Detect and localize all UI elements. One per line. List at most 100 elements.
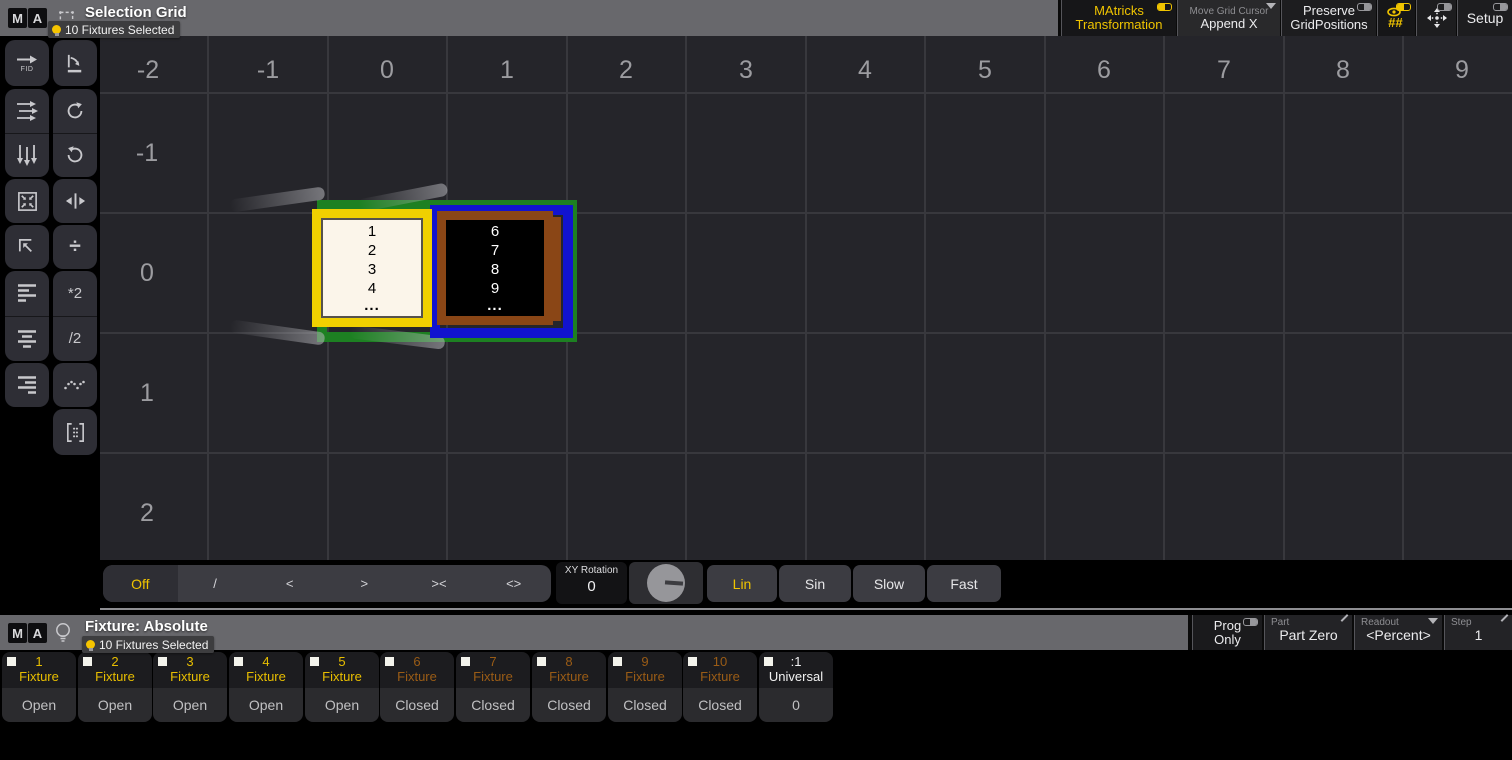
knob-circle — [647, 564, 685, 602]
align-center-button[interactable] — [5, 316, 49, 362]
preserve-gridpositions-button[interactable]: Preserve GridPositions — [1281, 0, 1376, 36]
rotate-counterclockwise-button[interactable] — [53, 133, 97, 178]
compress-selection-button[interactable] — [5, 179, 49, 223]
grid-line — [207, 36, 209, 560]
grid-column-label: 9 — [1432, 54, 1492, 86]
rotate-angle-icon — [64, 52, 87, 75]
move-grid-cursor-button[interactable]: Move Grid Cursor Append X — [1177, 0, 1280, 36]
channel-card-fixture-3[interactable]: 3 Fixture Open — [153, 652, 227, 722]
fixture-number: 1 — [368, 222, 376, 241]
checkbox-icon[interactable] — [385, 657, 394, 666]
show-fixture-id-button[interactable]: ## — [1377, 0, 1415, 36]
mirror-horizontal-icon — [64, 192, 87, 210]
toggle-off-icon — [1243, 618, 1258, 626]
part-selector[interactable]: Part Part Zero — [1264, 615, 1352, 650]
fixture-number: 8 — [491, 260, 499, 279]
channel-value: Open — [305, 688, 379, 722]
step-selector[interactable]: Step 1 — [1444, 615, 1512, 650]
step-value: 1 — [1445, 628, 1512, 642]
grid-line — [1044, 36, 1046, 560]
matricks-label-1: MAtricks — [1094, 4, 1144, 18]
channel-card-universal-1[interactable]: :1 Universal 0 — [759, 652, 833, 722]
checkbox-icon[interactable] — [461, 657, 470, 666]
xy-rotation-display[interactable]: XY Rotation 0 — [556, 562, 627, 604]
align-right-icon — [16, 375, 38, 395]
grid-row-label: 1 — [117, 378, 177, 408]
selection-grid-titlebar[interactable]: MA Selection Grid MAtricks Transformatio… — [0, 0, 1512, 36]
wings-outward-button[interactable]: <> — [476, 565, 551, 602]
mode-fast-button[interactable]: Fast — [927, 565, 1001, 602]
channel-card-fixture-4[interactable]: 4 Fixture Open — [229, 652, 303, 722]
checkbox-icon[interactable] — [234, 657, 243, 666]
grid-cell-fixtures-6-9[interactable]: 6 7 8 9 ... — [437, 211, 553, 325]
setup-button[interactable]: Setup — [1457, 0, 1512, 36]
selection-status-chip: 10 Fixtures Selected — [48, 21, 180, 38]
checkbox-icon[interactable] — [764, 657, 773, 666]
preserve-label-2: GridPositions — [1290, 18, 1367, 32]
align-left-button[interactable] — [5, 271, 49, 316]
arrange-horizontal-button[interactable] — [5, 89, 49, 133]
divide-two-label: /2 — [69, 330, 82, 347]
divide-by-two-button[interactable]: /2 — [53, 316, 97, 362]
pan-grid-button[interactable] — [1416, 0, 1456, 36]
matricks-transformation-button[interactable]: MAtricks Transformation — [1061, 0, 1176, 36]
wings-inward-button[interactable]: >< — [402, 565, 477, 602]
channel-card-fixture-9[interactable]: 9 Fixture Closed — [608, 652, 682, 722]
channel-type: Fixture — [683, 669, 757, 685]
wings-off-button[interactable]: Off — [103, 565, 178, 602]
mode-slow-button[interactable]: Slow — [853, 565, 925, 602]
channel-type: Fixture — [456, 669, 530, 685]
wings-slash-button[interactable]: / — [178, 565, 253, 602]
tool-group — [53, 409, 97, 455]
move-grid-cursor-label: Move Grid Cursor — [1190, 6, 1269, 17]
checkbox-icon[interactable] — [310, 657, 319, 666]
align-right-button[interactable] — [5, 363, 49, 407]
block-selection-button[interactable] — [53, 409, 97, 455]
readout-selector[interactable]: Readout <Percent> — [1354, 615, 1442, 650]
readout-value: <Percent> — [1355, 628, 1442, 642]
channel-type: Fixture — [532, 669, 606, 685]
grid-line — [1283, 36, 1285, 560]
fixture-window-titlebar[interactable]: MA Fixture: Absolute Prog Only Part Part… — [0, 615, 1512, 650]
mirror-horizontal-button[interactable] — [53, 179, 97, 223]
arrow-fid-icon — [15, 54, 39, 65]
channel-card-fixture-10[interactable]: 10 Fixture Closed — [683, 652, 757, 722]
grid-column-label: 0 — [357, 54, 417, 86]
channel-card-fixture-2[interactable]: 2 Fixture Open — [78, 652, 152, 722]
wings-left-button[interactable]: < — [252, 565, 327, 602]
channel-card-fixture-1[interactable]: 1 Fixture Open — [2, 652, 76, 722]
checkbox-icon[interactable] — [158, 657, 167, 666]
channel-type: Fixture — [305, 669, 379, 685]
channel-card-fixture-6[interactable]: 6 Fixture Closed — [380, 652, 454, 722]
grid-line — [100, 452, 1512, 454]
fid-order-button[interactable]: FID — [5, 40, 49, 86]
rotate-angle-button[interactable] — [53, 40, 97, 86]
channel-card-fixture-8[interactable]: 8 Fixture Closed — [532, 652, 606, 722]
checkbox-icon[interactable] — [613, 657, 622, 666]
multiply-by-two-button[interactable]: *2 — [53, 271, 97, 316]
checkbox-icon[interactable] — [537, 657, 546, 666]
grid-column-label: 1 — [477, 54, 537, 86]
rotate-clockwise-button[interactable] — [53, 89, 97, 133]
channel-card-fixture-7[interactable]: 7 Fixture Closed — [456, 652, 530, 722]
checkbox-icon[interactable] — [83, 657, 92, 666]
checkbox-icon[interactable] — [7, 657, 16, 666]
arrange-vertical-button[interactable] — [5, 133, 49, 178]
selection-status-text: 10 Fixtures Selected — [65, 23, 174, 37]
move-to-corner-button[interactable] — [5, 225, 49, 269]
xy-rotation-knob[interactable] — [629, 562, 703, 604]
channel-card-fixture-5[interactable]: 5 Fixture Open — [305, 652, 379, 722]
fixture-status-chip: 10 Fixtures Selected — [82, 636, 214, 653]
window-resize-edge[interactable] — [100, 608, 1512, 610]
selection-grid-canvas[interactable]: -2 -1 0 1 2 3 4 5 6 7 8 9 -2 -1 0 1 2 1 — [100, 36, 1512, 560]
phaser-wave-button[interactable] — [53, 363, 97, 407]
mode-lin-button[interactable]: Lin — [707, 565, 777, 602]
mirror-vertical-button[interactable]: ÷ — [53, 225, 97, 269]
grid-cell-fixtures-1-4[interactable]: 1 2 3 4 ... — [312, 209, 432, 327]
grid-column-label: 8 — [1313, 54, 1373, 86]
mode-sin-button[interactable]: Sin — [779, 565, 851, 602]
checkbox-icon[interactable] — [688, 657, 697, 666]
prog-only-button[interactable]: Prog Only — [1192, 615, 1262, 650]
wings-right-button[interactable]: > — [327, 565, 402, 602]
xy-rotation-value: 0 — [556, 576, 627, 595]
